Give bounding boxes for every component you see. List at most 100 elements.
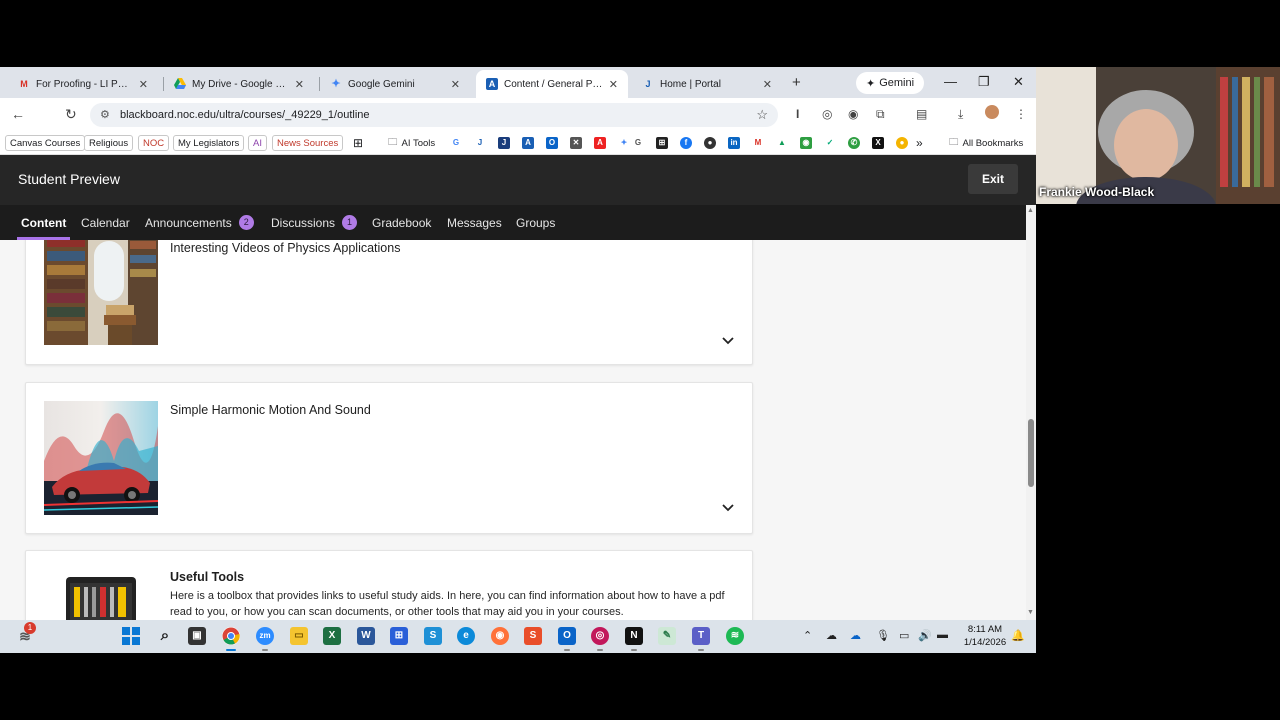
journal-icon[interactable]: J — [498, 137, 510, 149]
google-icon[interactable]: G — [450, 137, 462, 149]
show-hidden-icons-chevron[interactable]: ⌃ — [803, 629, 812, 642]
search-icon[interactable]: ⌕ — [156, 627, 174, 645]
nav-content[interactable]: Content — [16, 205, 71, 240]
edge-icon[interactable]: e — [457, 627, 475, 645]
teams-icon[interactable]: T — [692, 627, 710, 645]
bookmark-noc[interactable]: NOC — [138, 135, 170, 151]
nav-calendar[interactable]: Calendar — [81, 205, 130, 240]
x-icon[interactable]: X — [872, 137, 884, 149]
network-icon[interactable]: ▭ — [899, 629, 909, 642]
app-icon[interactable]: ● — [896, 137, 908, 149]
gmail-icon[interactable]: M — [752, 137, 764, 149]
scroll-thumb[interactable] — [1028, 419, 1034, 487]
scroll-up-arrow[interactable]: ▲ — [1027, 207, 1034, 214]
close-icon[interactable]: ✕ — [451, 78, 460, 91]
close-icon[interactable]: ✕ — [609, 78, 618, 91]
word-icon[interactable]: W — [357, 627, 375, 645]
linkedin-icon[interactable]: in — [728, 137, 740, 149]
back-button[interactable]: ← — [11, 106, 25, 122]
tab-home-portal[interactable]: J Home | Portal ✕ — [632, 70, 782, 98]
google-drive-icon[interactable]: ▲ — [776, 137, 788, 149]
extension-icon[interactable]: ◉ — [848, 107, 858, 121]
bookmark-canvas-courses[interactable]: Canvas Courses — [5, 135, 86, 151]
app-icon[interactable]: ◉ — [800, 137, 812, 149]
content-folder-card[interactable]: Interesting Videos of Physics Applicatio… — [25, 240, 753, 365]
bookmarks-overflow-icon[interactable]: » — [912, 135, 927, 151]
tab-gmail[interactable]: M For Proofing - LI Post - fr ✕ — [8, 70, 158, 98]
onedrive-icon[interactable]: ☁ — [850, 629, 861, 642]
tab-google-gemini[interactable]: ✦ Google Gemini ✕ — [320, 70, 470, 98]
nav-gradebook[interactable]: Gradebook — [372, 205, 431, 240]
reload-button[interactable]: ↻ — [65, 106, 77, 123]
all-bookmarks[interactable]: 🗀 All Bookmarks — [945, 135, 1027, 151]
card-title[interactable]: Simple Harmonic Motion And Sound — [170, 403, 371, 417]
download-icon[interactable]: ⤓ — [958, 107, 963, 122]
outlook-icon[interactable]: O — [546, 137, 558, 149]
store-icon[interactable]: ⊞ — [390, 627, 408, 645]
bookmark-ai[interactable]: AI — [248, 135, 267, 151]
app-icon[interactable]: ◎ — [591, 627, 609, 645]
gemini-button[interactable]: ✦ Gemini — [856, 72, 925, 94]
outlook-icon[interactable]: O — [558, 627, 576, 645]
browser-menu-icon[interactable]: ⋮ — [1015, 107, 1027, 121]
card-title[interactable]: Useful Tools — [170, 570, 244, 584]
close-icon[interactable]: ✕ — [295, 78, 304, 91]
nav-messages[interactable]: Messages — [447, 205, 502, 240]
excel-icon[interactable]: X — [323, 627, 341, 645]
content-folder-card[interactable]: Simple Harmonic Motion And Sound — [25, 382, 753, 534]
blackboard-icon[interactable]: A — [522, 137, 534, 149]
nav-discussions[interactable]: Discussions 1 — [271, 205, 358, 240]
close-icon[interactable]: ✕ — [763, 78, 772, 91]
nav-announcements[interactable]: Announcements 2 — [145, 205, 254, 240]
google-icon[interactable]: G — [632, 137, 644, 149]
side-panel-icon[interactable]: ▤ — [916, 107, 927, 121]
site-settings-icon[interactable]: ⚙ — [100, 108, 110, 121]
close-window-button[interactable]: ✕ — [1013, 74, 1024, 90]
address-bar[interactable]: ⚙ blackboard.noc.edu/ultra/courses/_4922… — [90, 103, 778, 127]
extension-icon[interactable]: ◎ — [822, 107, 832, 121]
notion-icon[interactable]: N — [625, 627, 643, 645]
new-tab-button[interactable]: + — [792, 74, 801, 91]
extension-icon[interactable]: I — [796, 107, 799, 121]
app-icon[interactable]: ✓ — [824, 137, 836, 149]
scroll-down-arrow[interactable]: ▼ — [1027, 609, 1034, 616]
page-scrollbar[interactable]: ▲ ▼ — [1026, 205, 1036, 620]
app-icon[interactable]: ● — [704, 137, 716, 149]
spotify-icon[interactable]: ≋ — [726, 627, 744, 645]
tab-blackboard-content[interactable]: A Content / General Physic ✕ — [476, 70, 628, 98]
chevron-down-icon[interactable] — [720, 500, 736, 516]
bookmark-star-icon[interactable]: ☆ — [756, 107, 768, 123]
bookmark-news-sources[interactable]: News Sources — [272, 135, 344, 151]
phone-icon[interactable]: ✆ — [848, 137, 860, 149]
facebook-icon[interactable]: f — [680, 137, 692, 149]
notification-bell-icon[interactable]: 🔔 — [1011, 629, 1025, 642]
app-icon[interactable]: ⊞ — [656, 137, 668, 149]
chevron-down-icon[interactable] — [720, 333, 736, 349]
card-title[interactable]: Interesting Videos of Physics Applicatio… — [170, 241, 400, 255]
bookmark-religious[interactable]: Religious — [84, 135, 134, 151]
bookmark-my-legislators[interactable]: My Legislators — [173, 135, 245, 151]
minimize-button[interactable]: — — [944, 74, 957, 89]
system-clock[interactable]: 8:11 AM 1/14/2026 — [958, 623, 1012, 649]
apps-grid-icon[interactable]: ⊞ — [349, 135, 367, 151]
zoom-icon[interactable]: zm — [256, 627, 274, 645]
chrome-icon[interactable] — [222, 627, 240, 645]
restore-button[interactable]: ❐ — [978, 74, 990, 90]
task-view-icon[interactable]: ▣ — [188, 627, 206, 645]
gemini-icon[interactable]: ✦ — [618, 137, 630, 149]
close-icon[interactable]: ✕ — [139, 78, 148, 91]
battery-icon[interactable]: ▬ — [937, 629, 948, 641]
exit-preview-button[interactable]: Exit — [968, 164, 1018, 194]
nav-groups[interactable]: Groups — [516, 205, 555, 240]
start-icon[interactable] — [122, 627, 140, 645]
snagit-icon[interactable]: S — [524, 627, 542, 645]
app-icon[interactable]: ✎ — [658, 627, 676, 645]
portal-icon[interactable]: J — [474, 137, 486, 149]
microphone-icon[interactable]: 🎙 — [876, 629, 890, 642]
volume-icon[interactable]: 🔊 — [918, 629, 932, 642]
cloud-icon[interactable]: ☁ — [826, 629, 837, 642]
extensions-puzzle-icon[interactable]: ⧉ — [876, 107, 885, 122]
file-explorer-icon[interactable]: ▭ — [290, 627, 308, 645]
firefox-icon[interactable]: ◉ — [491, 627, 509, 645]
acrobat-icon[interactable]: A — [594, 137, 606, 149]
